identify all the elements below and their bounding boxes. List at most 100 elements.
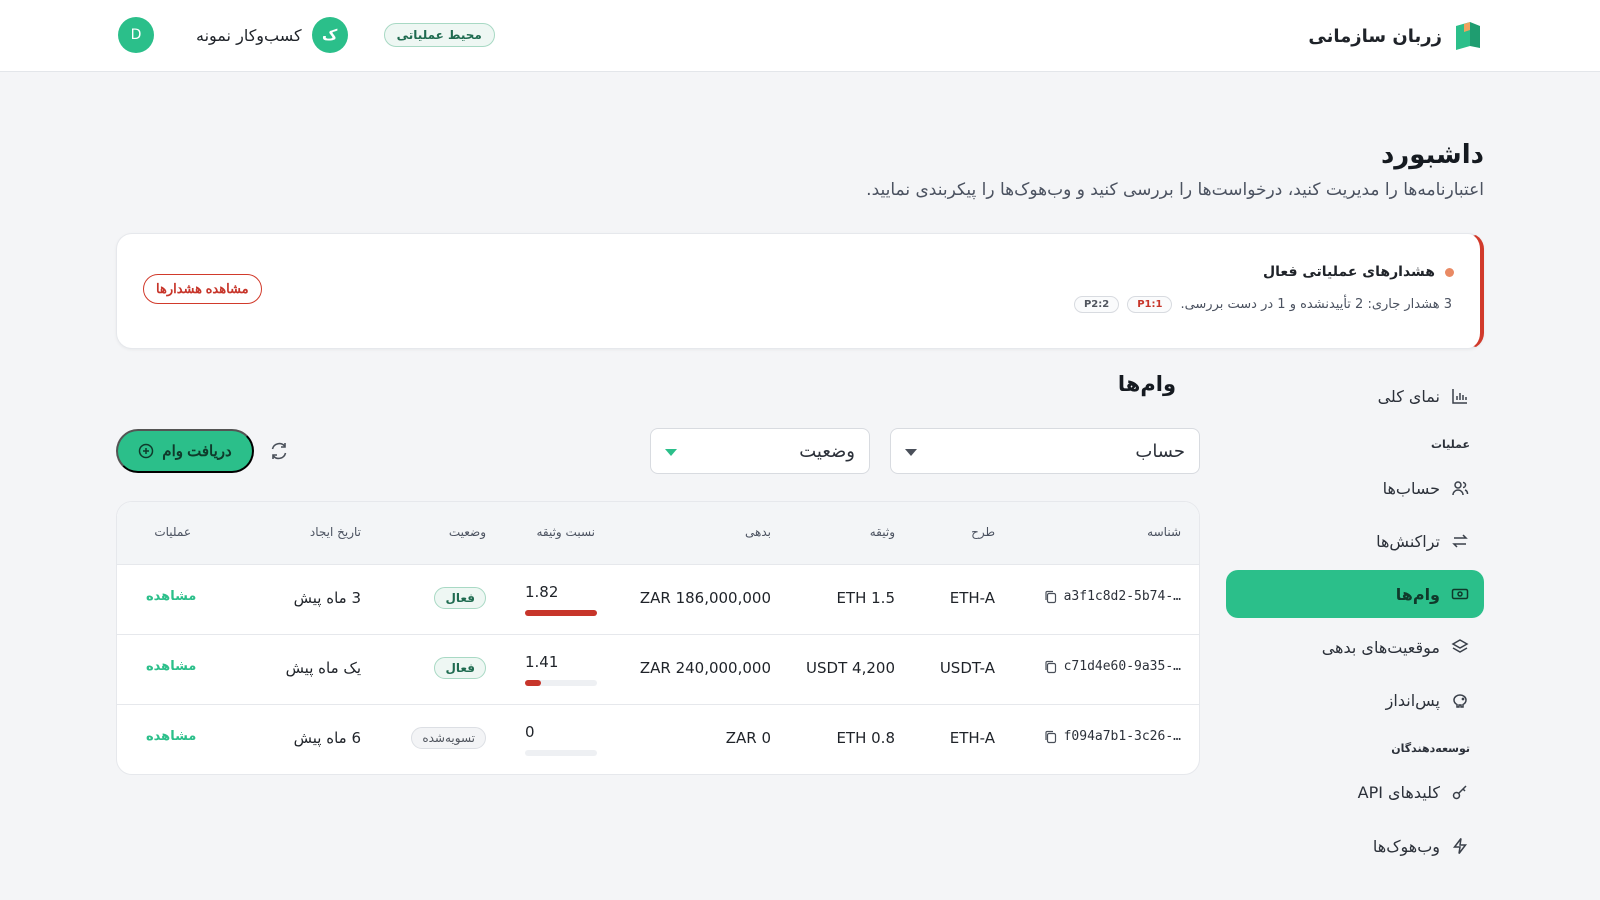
alert-title: هشدارهای عملیاتی فعال	[1263, 264, 1435, 280]
chevron-down-icon	[905, 449, 917, 456]
alert-status-dot	[1445, 267, 1454, 277]
collateral-ratio-value: 1.82	[525, 583, 559, 601]
piggy-bank-icon	[1450, 690, 1470, 710]
account-filter-value: حساب	[1135, 440, 1185, 462]
loans-section-title: وام‌ها	[1117, 372, 1176, 396]
business-avatar: ک	[311, 17, 348, 53]
debt-cell: 0 ZAR	[725, 729, 771, 747]
collateral-ratio-bar	[525, 610, 597, 616]
priority-chip-p1: P1:1	[1127, 296, 1173, 313]
page-title: داشبورد	[1380, 140, 1484, 170]
brand-name: زربان سازمانی	[1308, 25, 1442, 47]
status-badge: فعال	[434, 657, 486, 679]
column-header-ratio: نسبت وثیقه	[536, 525, 595, 539]
table-row[interactable]: c71d4e60-9a35-… USDT-A 4,200 USDT 240,00…	[117, 635, 1199, 705]
column-header-actions: عملیات	[154, 525, 191, 539]
debt-cell: 240,000,000 ZAR	[639, 659, 771, 677]
loan-id: f094a7b1-3c26-…	[1063, 729, 1181, 744]
business-switcher[interactable]: ک کسب‌وکار نمونه	[196, 17, 348, 53]
collateral-ratio-value: 0	[525, 723, 535, 741]
sidebar-item-loans[interactable]: وام‌ها	[1226, 570, 1484, 618]
column-header-plan: طرح	[971, 525, 995, 539]
plan-cell: ETH-A	[949, 729, 995, 747]
loan-id-cell: a3f1c8d2-5b74-…	[1044, 589, 1181, 604]
sidebar-item-transactions[interactable]: تراکنش‌ها	[1226, 517, 1484, 565]
table-row[interactable]: a3f1c8d2-5b74-… ETH-A 1.5 ETH 186,000,00…	[117, 565, 1199, 635]
view-alerts-button[interactable]: مشاهده هشدارها	[143, 274, 262, 304]
loan-id-cell: f094a7b1-3c26-…	[1044, 729, 1181, 744]
status-badge: تسویه‌شده	[411, 727, 486, 749]
transfer-arrows-icon	[1450, 531, 1470, 551]
operational-alerts-card: هشدارهای عملیاتی فعال 3 هشدار جاری: 2 تأ…	[116, 233, 1484, 349]
account-filter-select[interactable]: حساب	[890, 428, 1200, 474]
user-avatar[interactable]: D	[118, 17, 154, 53]
sidebar-item-label: موقعیت‌های بدهی	[1321, 637, 1440, 657]
alert-body-row: 3 هشدار جاری: 2 تأییدنشده و 1 در دست برر…	[1073, 296, 1452, 313]
sidebar-item-label: حساب‌ها	[1382, 478, 1440, 498]
collateral-ratio-fill	[525, 680, 541, 686]
alert-title-row: هشدارهای عملیاتی فعال	[1263, 264, 1454, 280]
collateral-cell: 0.8 ETH	[836, 729, 895, 747]
created-cell: یک ماه پیش	[285, 659, 361, 677]
collateral-ratio-bar	[525, 750, 597, 756]
sidebar-item-webhooks[interactable]: وب‌هوک‌ها	[1226, 822, 1484, 870]
loan-id: c71d4e60-9a35-…	[1063, 659, 1181, 674]
sidebar-section-operations: عملیات	[1430, 438, 1470, 451]
header-account-area: D ک کسب‌وکار نمونه محیط عملیاتی	[118, 17, 495, 53]
sidebar-item-label: پس‌انداز	[1385, 690, 1440, 710]
collateral-ratio-fill	[525, 610, 597, 616]
plan-cell: ETH-A	[949, 589, 995, 607]
banknote-icon	[1450, 584, 1470, 604]
loan-id: a3f1c8d2-5b74-…	[1063, 589, 1181, 604]
debt-cell: 186,000,000 ZAR	[639, 589, 771, 607]
brand-logo-icon	[1456, 22, 1480, 50]
collateral-cell: 1.5 ETH	[836, 589, 895, 607]
sidebar-section-developers: توسعه‌دهندگان	[1391, 742, 1470, 755]
layers-icon	[1450, 637, 1470, 657]
view-loan-link[interactable]: مشاهده	[146, 659, 196, 674]
column-header-created: تاریخ ایجاد	[309, 525, 361, 539]
chevron-down-icon	[665, 449, 677, 456]
sidebar-item-label: وام‌ها	[1395, 584, 1440, 604]
plus-circle-icon	[139, 443, 154, 459]
loans-table: شناسه طرح وثیقه بدهی نسبت وثیقه وضعیت تا…	[116, 501, 1200, 775]
created-cell: 3 ماه پیش	[293, 589, 361, 607]
sidebar-item-label: کلیدهای API	[1357, 782, 1440, 802]
collateral-ratio-bar	[525, 680, 597, 686]
column-header-id: شناسه	[1147, 525, 1181, 539]
users-icon	[1450, 478, 1470, 498]
get-loan-label: دریافت وام	[162, 443, 232, 460]
get-loan-button[interactable]: دریافت وام	[116, 429, 254, 473]
view-loan-link[interactable]: مشاهده	[146, 729, 196, 744]
priority-chip-p2: P2:2	[1073, 296, 1120, 313]
collateral-cell: 4,200 USDT	[806, 659, 895, 677]
view-loan-link[interactable]: مشاهده	[146, 589, 196, 604]
status-filter-select[interactable]: وضعیت	[650, 428, 870, 474]
sidebar-item-savings[interactable]: پس‌انداز	[1226, 676, 1484, 724]
sidebar-item-debt-positions[interactable]: موقعیت‌های بدهی	[1226, 623, 1484, 671]
copy-icon[interactable]	[1044, 730, 1058, 744]
copy-icon[interactable]	[1044, 660, 1058, 674]
column-header-collateral: وثیقه	[869, 525, 895, 539]
loan-id-cell: c71d4e60-9a35-…	[1044, 659, 1181, 674]
page-subtitle: اعتبارنامه‌ها را مدیریت کنید، درخواست‌ها…	[866, 180, 1484, 200]
brand[interactable]: زربان سازمانی	[1308, 20, 1482, 52]
refresh-icon[interactable]	[268, 440, 290, 462]
lightning-icon	[1450, 836, 1470, 856]
table-header: شناسه طرح وثیقه بدهی نسبت وثیقه وضعیت تا…	[117, 502, 1199, 565]
created-cell: 6 ماه پیش	[293, 729, 361, 747]
environment-badge: محیط عملیاتی	[383, 23, 495, 47]
key-icon	[1450, 782, 1470, 802]
table-row[interactable]: f094a7b1-3c26-… ETH-A 0.8 ETH 0 ZAR 0 تس…	[117, 705, 1199, 774]
sidebar-item-accounts[interactable]: حساب‌ها	[1226, 464, 1484, 512]
sidebar-item-label: وب‌هوک‌ها	[1372, 836, 1440, 856]
bar-chart-icon	[1450, 386, 1470, 406]
copy-icon[interactable]	[1044, 590, 1058, 604]
sidebar-item-overview[interactable]: نمای کلی	[1226, 372, 1484, 420]
column-header-debt: بدهی	[745, 525, 771, 539]
collateral-ratio-value: 1.41	[525, 653, 559, 671]
sidebar-item-api-keys[interactable]: کلیدهای API	[1226, 768, 1484, 816]
status-badge: فعال	[434, 587, 486, 609]
business-name: کسب‌وکار نمونه	[196, 25, 302, 45]
top-header: زربان سازمانی D ک کسب‌وکار نمونه محیط عم…	[0, 0, 1600, 72]
